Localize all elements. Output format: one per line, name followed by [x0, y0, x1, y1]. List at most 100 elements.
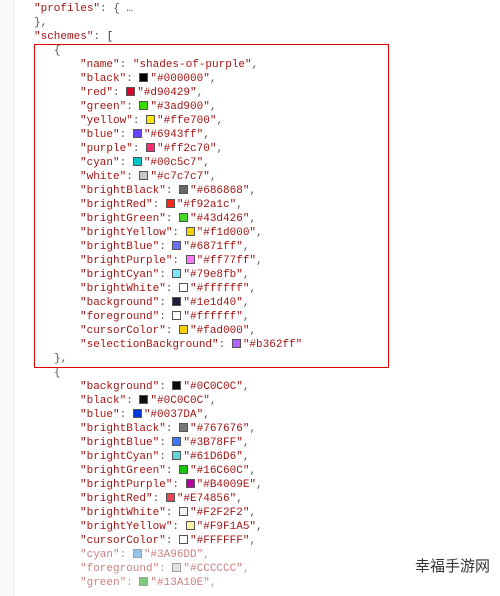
json-key: "brightPurple" [80, 255, 172, 267]
color-swatch-icon [172, 297, 181, 306]
json-key: "brightCyan" [80, 269, 159, 281]
json-key: "brightGreen" [80, 213, 166, 225]
color-swatch-icon [139, 577, 148, 586]
json-value: "#B4009E" [197, 479, 256, 491]
json-value: "#0037DA" [144, 409, 203, 421]
json-entry-background: "background": "#0C0C0C", [14, 380, 500, 394]
json-entry-selectionBackground: "selectionBackground": "#b362ff" [14, 338, 500, 352]
line-profiles: "profiles": { … [14, 2, 500, 16]
json-entry-green: "green": "#3ad900", [14, 100, 500, 114]
json-key: "brightYellow" [80, 227, 172, 239]
json-value: "#767676" [190, 423, 249, 435]
color-swatch-icon [126, 87, 135, 96]
json-entry-brightGreen: "brightGreen": "#16C60C", [14, 464, 500, 478]
json-key: "brightCyan" [80, 451, 159, 463]
json-key: "brightBlue" [80, 241, 159, 253]
json-key: "yellow" [80, 115, 133, 127]
json-entry-brightPurple: "brightPurple": "#ff77ff", [14, 254, 500, 268]
json-key: "purple" [80, 143, 133, 155]
json-entry-brightBlue: "brightBlue": "#6871ff", [14, 240, 500, 254]
json-value: "#16C60C" [190, 465, 249, 477]
json-key: "background" [80, 297, 159, 309]
color-swatch-icon [179, 185, 188, 194]
json-entry-green: "green": "#13A10E", [14, 576, 500, 590]
json-value: "#FFFFFF" [190, 535, 249, 547]
json-entry-name: "name": "shades-of-purple", [14, 58, 500, 72]
watermark: 幸福手游网 [415, 555, 490, 576]
json-key: "brightPurple" [80, 479, 172, 491]
json-key: "black" [80, 395, 126, 407]
json-key: "blue" [80, 129, 120, 141]
json-key: "brightBlack" [80, 185, 166, 197]
json-key: "white" [80, 171, 126, 183]
color-swatch-icon [172, 563, 181, 572]
color-swatch-icon [133, 549, 142, 558]
json-value: "#1e1d40" [183, 297, 242, 309]
json-entry-blue: "blue": "#0037DA", [14, 408, 500, 422]
color-swatch-icon [172, 311, 181, 320]
json-value: "#ffffff" [190, 283, 249, 295]
json-entry-brightBlue: "brightBlue": "#3B78FF", [14, 436, 500, 450]
color-swatch-icon [186, 479, 195, 488]
json-entry-cyan: "cyan": "#00c5c7", [14, 156, 500, 170]
json-entry-brightPurple: "brightPurple": "#B4009E", [14, 478, 500, 492]
color-swatch-icon [146, 143, 155, 152]
json-value: "#00c5c7" [144, 157, 203, 169]
json-key: "brightRed" [80, 493, 153, 505]
json-key: "black" [80, 73, 126, 85]
scheme1-open: { [14, 44, 500, 58]
color-swatch-icon [133, 409, 142, 418]
json-value: "#ff2c70" [157, 143, 216, 155]
json-value: "shades-of-purple" [133, 59, 252, 71]
color-swatch-icon [179, 213, 188, 222]
json-value: "#b362ff" [243, 339, 302, 351]
json-value: "#fad000" [190, 325, 249, 337]
json-value: "#3ad900" [150, 101, 209, 113]
json-value: "#0C0C0C" [150, 395, 209, 407]
json-value: "#F9F1A5" [197, 521, 256, 533]
color-swatch-icon [166, 199, 175, 208]
json-key: "cyan" [80, 549, 120, 561]
json-key: "brightGreen" [80, 465, 166, 477]
json-key: "brightRed" [80, 199, 153, 211]
json-entry-brightYellow: "brightYellow": "#F9F1A5", [14, 520, 500, 534]
json-value: "#f92a1c" [177, 199, 236, 211]
json-value: "#CCCCCC" [183, 563, 242, 575]
json-key: "cursorColor" [80, 325, 166, 337]
json-entry-foreground: "foreground": "#ffffff", [14, 310, 500, 324]
json-value: "#3A96DD" [144, 549, 203, 561]
color-swatch-icon [133, 129, 142, 138]
color-swatch-icon [139, 73, 148, 82]
color-swatch-icon [139, 101, 148, 110]
color-swatch-icon [133, 157, 142, 166]
json-value: "#6871ff" [183, 241, 242, 253]
json-key: "brightBlue" [80, 437, 159, 449]
json-key: "foreground" [80, 563, 159, 575]
json-entry-brightWhite: "brightWhite": "#F2F2F2", [14, 506, 500, 520]
json-value: "#6943ff" [144, 129, 203, 141]
color-swatch-icon [179, 507, 188, 516]
json-value: "#43d426" [190, 213, 249, 225]
json-entry-brightRed: "brightRed": "#E74856", [14, 492, 500, 506]
json-key: "blue" [80, 409, 120, 421]
json-key: "selectionBackground" [80, 339, 219, 351]
json-entry-brightRed: "brightRed": "#f92a1c", [14, 198, 500, 212]
json-entry-blue: "blue": "#6943ff", [14, 128, 500, 142]
json-entry-brightWhite: "brightWhite": "#ffffff", [14, 282, 500, 296]
color-swatch-icon [172, 381, 181, 390]
color-swatch-icon [146, 115, 155, 124]
json-value: "#ffe700" [157, 115, 216, 127]
json-value: "#ff77ff" [197, 255, 256, 267]
color-swatch-icon [172, 437, 181, 446]
code-area[interactable]: "profiles": { … }, "schemes": [ { "name"… [14, 0, 500, 590]
json-key: "name" [80, 59, 120, 71]
json-entry-black: "black": "#000000", [14, 72, 500, 86]
json-value: "#f1d000" [197, 227, 256, 239]
json-key: "foreground" [80, 311, 159, 323]
json-value: "#F2F2F2" [190, 507, 249, 519]
color-swatch-icon [186, 227, 195, 236]
color-swatch-icon [179, 283, 188, 292]
json-value: "#000000" [150, 73, 209, 85]
json-value: "#ffffff" [183, 311, 242, 323]
json-entry-brightYellow: "brightYellow": "#f1d000", [14, 226, 500, 240]
